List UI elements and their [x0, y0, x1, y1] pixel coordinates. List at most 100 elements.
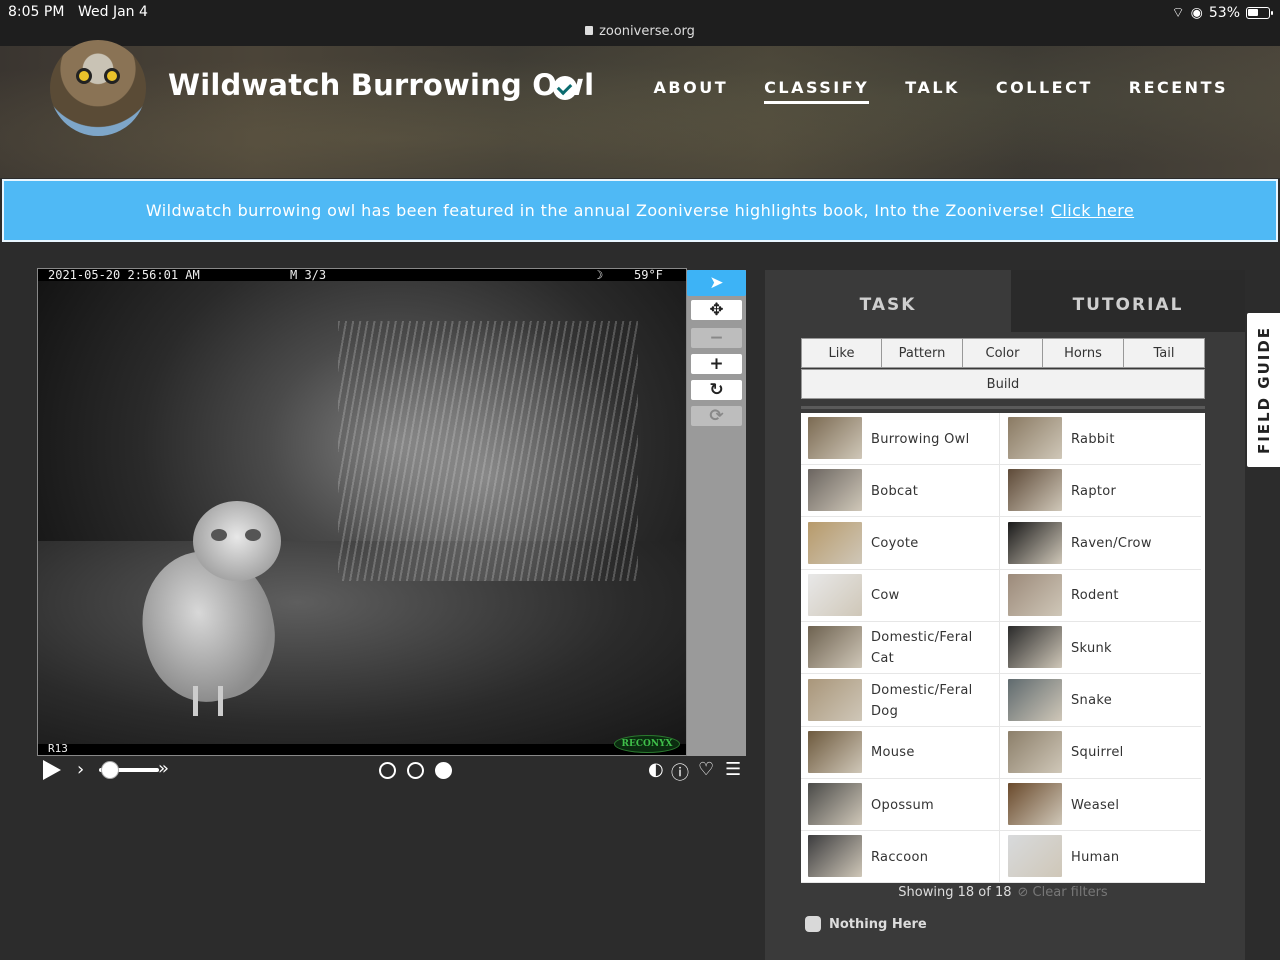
choice-domestic-feral-cat[interactable]: Domestic/Feral Cat	[801, 622, 1001, 675]
filter-build[interactable]: Build	[801, 369, 1205, 399]
choice-domestic-feral-dog[interactable]: Domestic/Feral Dog	[801, 675, 1001, 727]
zoom-out-icon[interactable]: −	[691, 328, 742, 348]
choice-thumbnail	[808, 783, 862, 826]
info-icon[interactable]: ⓘ	[671, 759, 689, 785]
choice-label: Cow	[871, 588, 900, 604]
rotate-icon[interactable]: ↻	[691, 380, 742, 400]
invert-colors-icon[interactable]: ◐	[648, 759, 664, 780]
owl-head	[193, 501, 281, 581]
ios-status-bar: 8:05 PM Wed Jan 4 zooniverse.org ⌔ ◉ 53%	[0, 0, 1280, 46]
filter-horns[interactable]: Horns	[1042, 338, 1124, 368]
choice-label: Domestic/Feral Dog	[871, 682, 973, 719]
choice-thumbnail	[1008, 417, 1062, 459]
choice-rabbit[interactable]: Rabbit	[1001, 413, 1201, 465]
choice-opossum[interactable]: Opossum	[801, 779, 1001, 832]
choice-raven-crow[interactable]: Raven/Crow	[1001, 518, 1201, 570]
choice-coyote[interactable]: Coyote	[801, 518, 1001, 570]
filter-pattern[interactable]: Pattern	[881, 338, 963, 368]
camera-temperature: 59°F	[634, 268, 663, 282]
camera-footer-strip: R13	[38, 742, 686, 755]
reset-icon[interactable]: ⟳	[691, 406, 742, 426]
zoom-in-icon[interactable]: +	[691, 354, 742, 374]
choice-thumbnail	[1008, 521, 1062, 564]
nothing-here-checkbox[interactable]	[805, 916, 821, 932]
choice-bobcat[interactable]: Bobcat	[801, 465, 1001, 518]
frame-dot-3[interactable]	[435, 762, 452, 779]
choice-label: Snake	[1071, 693, 1113, 708]
choice-label: Opossum	[871, 797, 934, 813]
choice-label: Weasel	[1071, 797, 1120, 813]
nav-talk[interactable]: TALK	[905, 78, 960, 104]
owl-eye	[245, 529, 261, 541]
choice-label: Burrowing Owl	[871, 431, 970, 447]
nothing-here-label: Nothing Here	[829, 916, 927, 932]
filter-color[interactable]: Color	[962, 338, 1043, 368]
nothing-here-option[interactable]: Nothing Here	[805, 916, 927, 932]
moon-phase-icon: ☽	[596, 268, 604, 282]
field-guide-tab[interactable]: FIELD GUIDE	[1247, 313, 1280, 467]
tab-task[interactable]: TASK	[765, 270, 1011, 332]
choice-label: Coyote	[871, 536, 919, 552]
pointer-icon[interactable]: ➤	[687, 270, 746, 296]
image-owl	[128, 501, 293, 721]
fast-speed-icon[interactable]: »	[158, 758, 169, 779]
project-avatar[interactable]	[50, 40, 146, 136]
choice-thumbnail	[1008, 626, 1062, 669]
camera-timestamp: 2021-05-20 2:56:01 AM	[48, 268, 200, 282]
camera-trap-image[interactable]	[38, 281, 686, 746]
choice-mouse[interactable]: Mouse	[801, 727, 1001, 779]
choice-thumbnail	[1008, 573, 1062, 616]
nav-recents[interactable]: RECENTS	[1129, 78, 1228, 104]
play-icon[interactable]	[43, 760, 61, 780]
project-header: Wildwatch Burrowing Owl ABOUT CLASSIFY T…	[0, 40, 1280, 178]
address-bar[interactable]: zooniverse.org	[0, 24, 1280, 39]
favorite-heart-icon[interactable]: ♡	[698, 759, 714, 780]
nav-classify[interactable]: CLASSIFY	[764, 78, 870, 104]
speed-slider-handle[interactable]	[101, 761, 119, 779]
choice-human[interactable]: Human	[1001, 831, 1201, 884]
choice-thumbnail	[1008, 678, 1062, 721]
showing-count: Showing 18 of 18 ⊘ Clear filters	[801, 885, 1205, 900]
banner-text: Wildwatch burrowing owl has been feature…	[4, 201, 1276, 220]
banner-link[interactable]: Click here	[1051, 201, 1134, 220]
url-text: zooniverse.org	[599, 24, 695, 39]
choice-burrowing-owl[interactable]: Burrowing Owl	[801, 413, 1001, 465]
banner-message: Wildwatch burrowing owl has been feature…	[145, 201, 1051, 220]
choice-thumbnail	[808, 521, 862, 564]
nav-collect[interactable]: COLLECT	[996, 78, 1093, 104]
choice-thumbnail	[808, 678, 862, 721]
frame-dot-2[interactable]	[407, 762, 424, 779]
subject-viewer[interactable]: 2021-05-20 2:56:01 AM M 3/3 ☽ 59°F R13 R…	[37, 268, 687, 756]
status-indicators: ⌔ ◉ 53%	[1171, 4, 1273, 22]
slow-speed-icon[interactable]: ›	[77, 759, 84, 780]
clear-icon: ⊘	[1017, 885, 1029, 900]
choice-label: Squirrel	[1071, 745, 1124, 761]
choice-raccoon[interactable]: Raccoon	[801, 831, 1001, 884]
frame-dot-1[interactable]	[379, 762, 396, 779]
filter-bar: Like Pattern Color Horns Tail Build	[801, 338, 1205, 400]
choice-thumbnail	[808, 573, 862, 616]
wifi-icon: ⌔	[1171, 5, 1185, 21]
choice-rodent[interactable]: Rodent	[1001, 570, 1201, 622]
choice-squirrel[interactable]: Squirrel	[1001, 727, 1201, 779]
camera-id: R13	[48, 742, 68, 755]
choice-raptor[interactable]: Raptor	[1001, 465, 1201, 518]
move-icon[interactable]: ✥	[691, 300, 742, 320]
choice-thumbnail	[808, 469, 862, 512]
tab-tutorial[interactable]: TUTORIAL	[1011, 270, 1245, 332]
project-title[interactable]: Wildwatch Burrowing Owl	[168, 68, 594, 102]
choice-snake[interactable]: Snake	[1001, 675, 1201, 727]
reconyx-logo: RECONYX	[614, 735, 680, 753]
filter-tail[interactable]: Tail	[1123, 338, 1205, 368]
filter-like[interactable]: Like	[801, 338, 882, 368]
verified-badge-icon	[553, 76, 577, 100]
nav-about[interactable]: ABOUT	[654, 78, 729, 104]
choice-skunk[interactable]: Skunk	[1001, 622, 1201, 675]
clear-filters-link[interactable]: ⊘ Clear filters	[1018, 885, 1108, 900]
choice-cow[interactable]: Cow	[801, 570, 1001, 622]
task-panel: TASK TUTORIAL Like Pattern Color Horns T…	[765, 270, 1245, 960]
choice-label: Raptor	[1071, 483, 1117, 499]
choice-weasel[interactable]: Weasel	[1001, 779, 1201, 832]
collections-list-icon[interactable]: ☰	[725, 759, 741, 780]
choice-label: Human	[1071, 849, 1120, 865]
